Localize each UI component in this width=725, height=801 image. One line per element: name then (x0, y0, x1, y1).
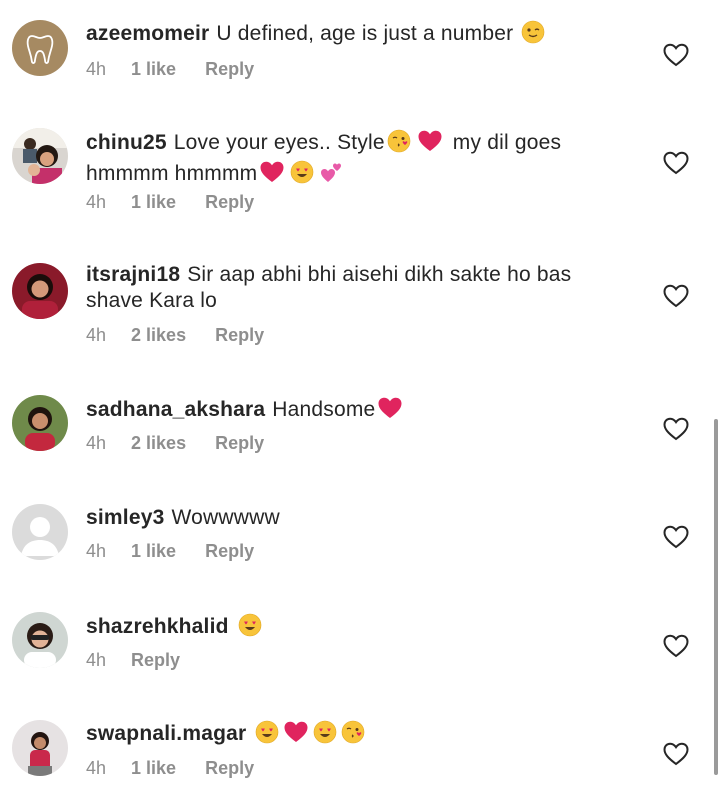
comment-meta: 4h 1 like Reply (86, 59, 254, 80)
likes-count[interactable]: 1 like (131, 541, 176, 561)
comment-body-line2: shave Kara lo (86, 289, 218, 312)
comment-meta: 4h 2 likes Reply (86, 433, 264, 454)
kissing-face-emoji-icon (341, 720, 365, 751)
comment-text: azeemomeir U defined, age is just a numbe… (86, 20, 616, 51)
timestamp: 4h (86, 325, 107, 345)
username[interactable]: sadhana_akshara (86, 398, 265, 421)
likes-count[interactable]: 1 like (131, 192, 176, 212)
heart-eyes-emoji-icon (313, 720, 337, 751)
like-heart-icon[interactable] (663, 742, 689, 766)
red-heart-emoji-icon (377, 396, 403, 427)
red-heart-emoji-icon (259, 160, 285, 191)
comment-text: chinu25 Love your eyes.. Style my dil goe… (86, 129, 616, 191)
timestamp: 4h (86, 59, 107, 79)
avatar[interactable] (12, 504, 68, 560)
like-heart-icon[interactable] (663, 525, 689, 549)
kissing-face-emoji-icon (387, 129, 411, 160)
likes-count[interactable]: 1 like (131, 758, 176, 778)
comment-meta: 4h 1 like Reply (86, 758, 254, 779)
avatar[interactable] (12, 263, 68, 319)
reply-button[interactable]: Reply (205, 59, 254, 79)
scrollbar[interactable] (714, 419, 718, 775)
avatar[interactable] (12, 395, 68, 451)
username[interactable]: swapnali.magar (86, 722, 246, 745)
comment-body: Love your eyes.. Style (173, 131, 385, 154)
comment-text: swapnali.magar (86, 720, 616, 751)
timestamp: 4h (86, 192, 107, 212)
username[interactable]: shazrehkhalid (86, 615, 229, 638)
like-heart-icon[interactable] (663, 151, 689, 175)
like-heart-icon[interactable] (663, 284, 689, 308)
wink-emoji-icon (521, 20, 545, 51)
avatar[interactable] (12, 128, 68, 184)
heart-eyes-emoji-icon (255, 720, 279, 751)
username[interactable]: chinu25 (86, 131, 167, 154)
comment-text: shazrehkhalid (86, 613, 616, 644)
reply-button[interactable]: Reply (131, 650, 180, 670)
comment-body: Handsome (272, 398, 376, 421)
comment-meta: 4h 2 likes Reply (86, 325, 264, 346)
comment-body-continued: my dil goes (452, 131, 562, 154)
like-heart-icon[interactable] (663, 417, 689, 441)
heart-eyes-emoji-icon (238, 613, 262, 644)
likes-count[interactable]: 1 like (131, 59, 176, 79)
avatar[interactable] (12, 720, 68, 776)
likes-count[interactable]: 2 likes (131, 325, 186, 345)
red-heart-emoji-icon (417, 129, 443, 160)
avatar[interactable] (12, 612, 68, 668)
likes-count[interactable]: 2 likes (131, 433, 186, 453)
comment-body: Wowwwww (171, 506, 280, 529)
comments-list: azeemomeir U defined, age is just a numbe… (0, 0, 725, 801)
username[interactable]: itsrajni18 (86, 263, 180, 286)
timestamp: 4h (86, 541, 107, 561)
reply-button[interactable]: Reply (205, 192, 254, 212)
like-heart-icon[interactable] (663, 634, 689, 658)
comment-meta: 4h Reply (86, 650, 180, 671)
heart-eyes-emoji-icon (290, 160, 314, 191)
comment-meta: 4h 1 like Reply (86, 192, 254, 213)
username[interactable]: azeemomeir (86, 22, 209, 45)
reply-button[interactable]: Reply (215, 325, 264, 345)
comment-text: simley3 Wowwwww (86, 505, 616, 531)
comment-body-line2: hmmmm hmmmm (86, 162, 258, 185)
comment-text: sadhana_akshara Handsome (86, 396, 616, 427)
comment-body: U defined, age is just a number (216, 22, 514, 45)
username[interactable]: simley3 (86, 506, 164, 529)
comment-meta: 4h 1 like Reply (86, 541, 254, 562)
timestamp: 4h (86, 433, 107, 453)
two-hearts-emoji-icon (320, 160, 344, 191)
timestamp: 4h (86, 650, 107, 670)
red-heart-emoji-icon (283, 720, 309, 751)
reply-button[interactable]: Reply (205, 758, 254, 778)
comment-body: Sir aap abhi bhi aisehi dikh sakte ho ba… (187, 263, 572, 286)
reply-button[interactable]: Reply (215, 433, 264, 453)
like-heart-icon[interactable] (663, 43, 689, 67)
timestamp: 4h (86, 758, 107, 778)
comment-text: itsrajni18 Sir aap abhi bhi aisehi dikh s… (86, 262, 616, 314)
reply-button[interactable]: Reply (205, 541, 254, 561)
avatar[interactable] (12, 20, 68, 76)
